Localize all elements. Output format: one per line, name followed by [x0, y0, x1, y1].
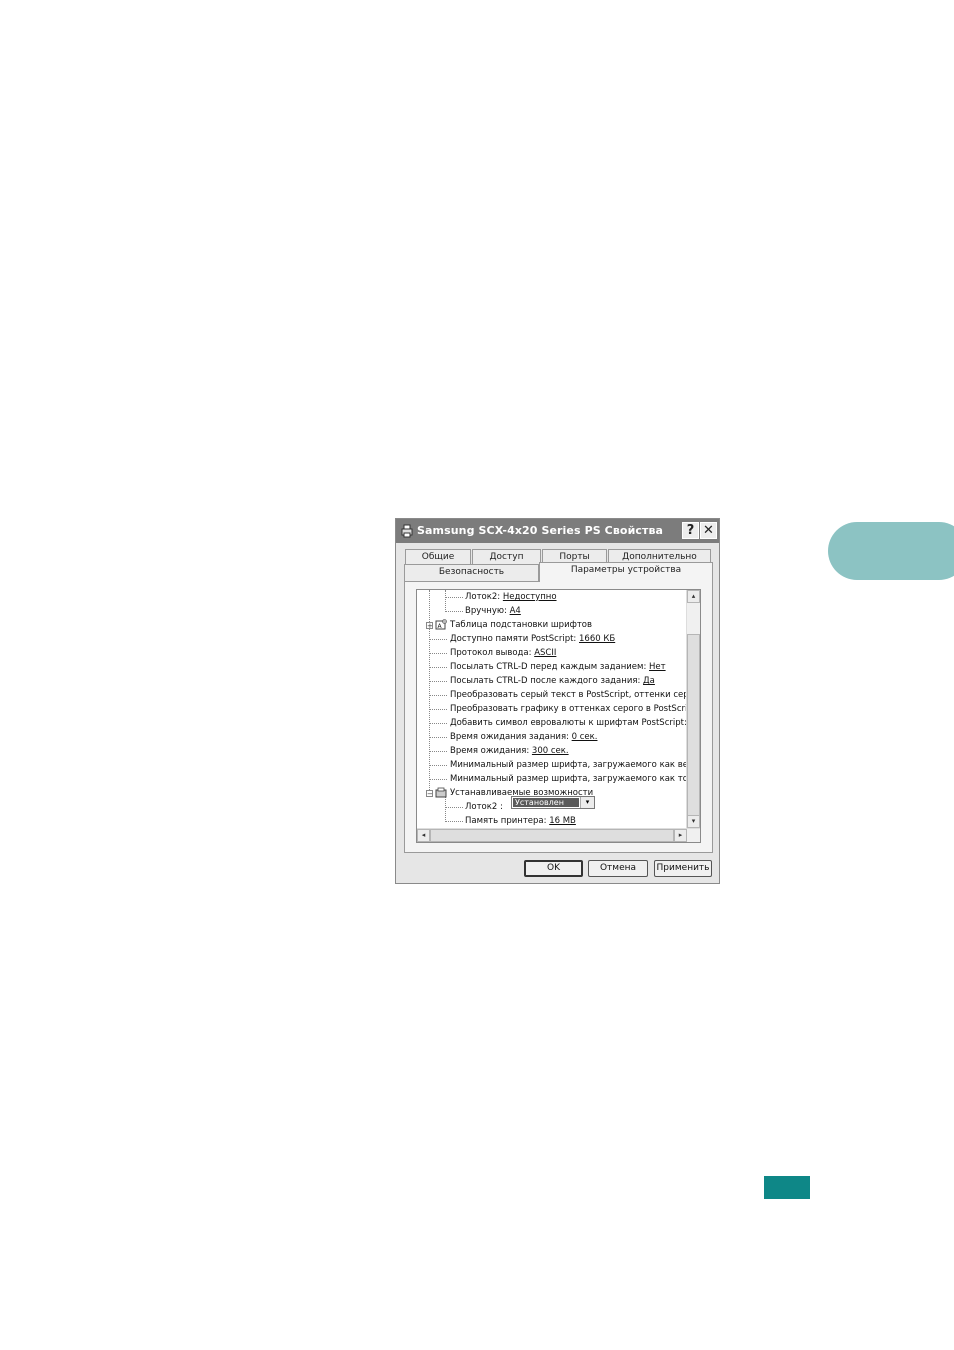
tab-device-settings[interactable]: Параметры устройства [539, 562, 713, 582]
tab-sharing[interactable]: Доступ [472, 549, 541, 564]
window-title: Samsung SCX-4x20 Series PS Свойства [417, 524, 664, 537]
tray2-select[interactable]: Установлен ▾ [511, 796, 595, 809]
tree-item[interactable]: Лоток2: Недоступно [465, 590, 557, 604]
tree-item[interactable]: Преобразовать графику в оттенках серого … [450, 702, 700, 716]
apply-button[interactable]: Применить [654, 860, 712, 877]
tree-line [429, 681, 447, 682]
title-bar[interactable]: Samsung SCX-4x20 Series PS Свойства ? ✕ [396, 519, 719, 543]
tree-line [429, 779, 447, 780]
settings-tree[interactable]: Лоток2: Недоступно Вручную: A4 + A Табли… [416, 589, 701, 843]
tree-item[interactable]: Добавить символ евровалюты к шрифтам Pos… [450, 716, 700, 730]
scroll-left-button[interactable]: ◂ [417, 829, 430, 842]
scroll-down-button[interactable]: ▾ [687, 815, 700, 828]
printer-properties-dialog: Samsung SCX-4x20 Series PS Свойства ? ✕ … [395, 518, 720, 884]
chapter-side-tab [828, 522, 954, 580]
horizontal-scrollbar[interactable]: ◂ ▸ [417, 828, 700, 842]
tree-item[interactable]: Доступно памяти PostScript: 1660 КБ [450, 632, 615, 646]
tree-item[interactable]: Таблица подстановки шрифтов [450, 618, 592, 632]
page-number-badge [764, 1176, 810, 1199]
scroll-right-button[interactable]: ▸ [674, 829, 687, 842]
tree-item[interactable]: Память принтера: 16 MB [465, 814, 576, 828]
ok-button[interactable]: OK [524, 860, 583, 877]
tray2-select-value: Установлен [513, 798, 579, 807]
tree-line [429, 723, 447, 724]
tree-line [445, 821, 463, 822]
tree-line [429, 695, 447, 696]
collapse-icon[interactable]: − [426, 790, 433, 798]
close-button[interactable]: ✕ [700, 522, 717, 539]
tree-item-tray2-option[interactable]: Лоток2 : [465, 800, 503, 814]
horizontal-scroll-thumb[interactable] [430, 829, 674, 842]
tree-item[interactable]: Преобразовать серый текст в PostScript, … [450, 688, 700, 702]
tree-line [429, 765, 447, 766]
tree-line [445, 597, 463, 598]
tree-item[interactable]: Минимальный размер шрифта, загружаемого … [450, 758, 700, 772]
cancel-button[interactable]: Отмена [588, 860, 648, 877]
vertical-scrollbar[interactable]: ▴ ▾ [686, 590, 700, 828]
printer-icon [401, 524, 413, 538]
font-table-icon: A [435, 619, 447, 630]
tree-line [445, 796, 446, 822]
vertical-scroll-thumb[interactable] [687, 634, 700, 817]
tree-item[interactable]: Время ожидания задания: 0 сек. [450, 730, 597, 744]
installable-options-icon [435, 787, 447, 798]
tree-line [429, 639, 447, 640]
tree-line [445, 807, 463, 808]
tree-item[interactable]: Посылать CTRL-D перед каждым заданием: Н… [450, 660, 666, 674]
device-settings-panel: Лоток2: Недоступно Вручную: A4 + A Табли… [404, 581, 713, 853]
tree-item[interactable]: Протокол вывода: ASCII [450, 646, 556, 660]
tree-line [445, 590, 446, 610]
tree-line [429, 590, 430, 790]
tree-line [429, 751, 447, 752]
scroll-up-button[interactable]: ▴ [687, 590, 700, 603]
help-button[interactable]: ? [682, 522, 699, 539]
tree-item[interactable]: Минимальный размер шрифта, загружаемого … [450, 772, 700, 786]
tree-item[interactable]: Посылать CTRL-D после каждого задания: Д… [450, 674, 655, 688]
tree-item[interactable]: Вручную: A4 [465, 604, 521, 618]
tab-security[interactable]: Безопасность [404, 564, 539, 581]
tab-general[interactable]: Общие [405, 549, 471, 564]
chevron-down-icon[interactable]: ▾ [580, 797, 594, 808]
expand-icon[interactable]: + [426, 622, 433, 630]
tree-item[interactable]: Время ожидания: 300 сек. [450, 744, 569, 758]
tree-line [429, 737, 447, 738]
tree-line [429, 667, 447, 668]
tree-line [429, 709, 447, 710]
tree-line [429, 653, 447, 654]
tree-line [445, 611, 463, 612]
